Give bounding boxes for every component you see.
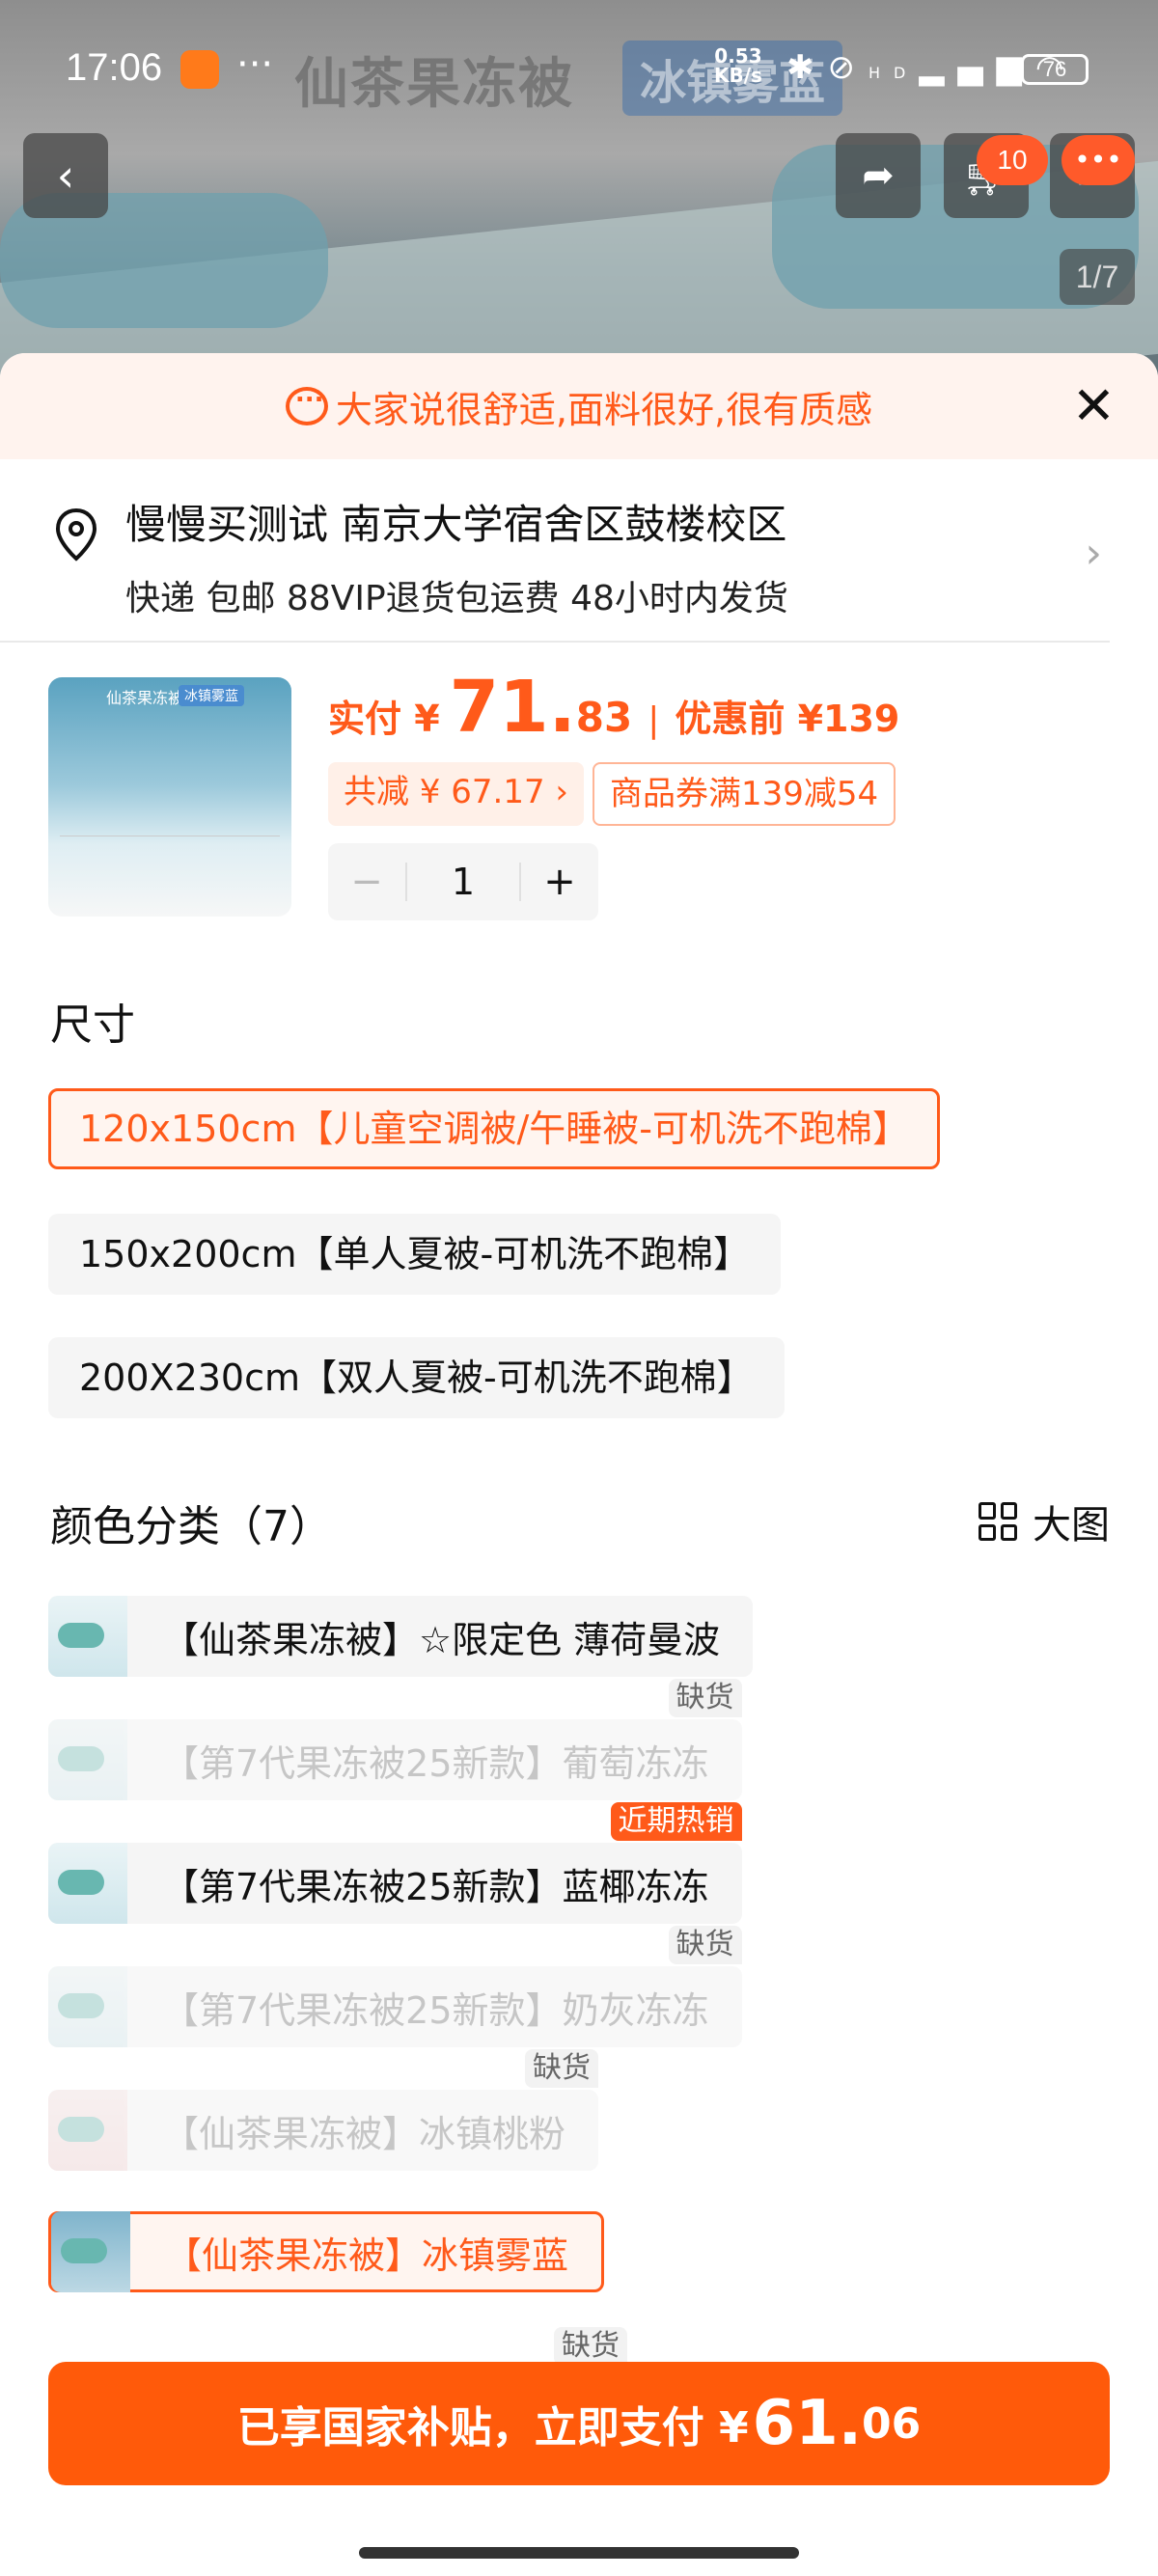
color-option-label: 【仙茶果冻被】冰镇桃粉 — [162, 2112, 566, 2155]
color-option-label: 【第7代果冻被25新款】奶灰冻冻 — [162, 1988, 709, 2032]
hot-sale-badge: 近期热销 — [610, 1802, 742, 1841]
color-thumbnail — [48, 1966, 127, 2047]
quantity-minus-button[interactable]: − — [328, 860, 405, 904]
out-of-stock-badge: 缺货 — [554, 2327, 627, 2366]
share-button[interactable]: ➦ — [836, 133, 921, 218]
price-row: 实付 ¥ 71. 83 | 优惠前 ¥139 — [328, 666, 899, 749]
grid-view-icon — [979, 1502, 1017, 1541]
color-option[interactable]: 【第7代果冻被25新款】奶灰冻冻 缺货 — [48, 1926, 742, 2047]
thumb-tag: 冰镇雾蓝 — [179, 685, 244, 706]
color-option-selected[interactable]: 【仙茶果冻被】冰镇雾蓝 — [48, 2211, 605, 2292]
color-option-partial[interactable]: 缺货 — [48, 2327, 627, 2366]
quantity-stepper: − 1 + — [328, 843, 598, 920]
thumb-spec-table — [60, 836, 280, 903]
address-line: 慢慢买测试 南京大学宿舍区鼓楼校区 — [125, 501, 787, 548]
app-notification-icon — [180, 50, 219, 89]
chevron-left-icon: ‹ — [56, 150, 75, 202]
status-bar: 17:06 ··· 0.53 KB/s ✱⊘HD▂▄▆◠ 76 — [0, 0, 1158, 135]
size-section-title: 尺寸 — [50, 1000, 135, 1050]
signal-icon: HD▂▄▆ — [868, 48, 1035, 87]
more-notifications-icon: ··· — [236, 42, 274, 87]
pay-now-button[interactable]: 已享国家补贴，立即支付 ¥ 61. 06 — [48, 2362, 1110, 2485]
color-thumbnail — [48, 2090, 127, 2171]
color-option-label: 【第7代果冻被25新款】葡萄冻冻 — [162, 1741, 709, 1785]
color-option[interactable]: 【第7代果冻被25新款】蓝椰冻冻 近期热销 — [48, 1802, 742, 1924]
coupon-chip[interactable]: 商品券满139减54 — [593, 762, 896, 826]
mute-icon: ⊘ — [827, 48, 868, 87]
color-option-label: 【仙茶果冻被】冰镇雾蓝 — [165, 2233, 569, 2277]
price-label: 实付 ¥ — [328, 698, 440, 740]
delivery-info: 快递 包邮 88VIP退货包运费 48小时内发货 — [125, 579, 788, 618]
image-pager: 1/7 — [1060, 249, 1135, 305]
quantity-value[interactable]: 1 — [405, 863, 521, 901]
cart-count-badge: 10 — [977, 135, 1048, 185]
color-option-label: 【第7代果冻被25新款】蓝椰冻冻 — [162, 1865, 709, 1908]
color-option[interactable]: 【第7代果冻被25新款】葡萄冻冻 缺货 — [48, 1679, 742, 1800]
size-option[interactable]: 150x200cm【单人夏被-可机洗不跑棉】 — [48, 1214, 782, 1295]
location-pin-icon — [55, 507, 97, 562]
color-thumbnail — [48, 1596, 127, 1677]
bluetooth-icon: ✱ — [786, 48, 828, 87]
chevron-right-icon: › — [1085, 529, 1102, 578]
size-option[interactable]: 120x150cm【儿童空调被/午睡被-可机洗不跑棉】 — [48, 1088, 940, 1169]
message-badge-icon: ••• — [1062, 135, 1135, 185]
out-of-stock-badge: 缺货 — [668, 1679, 742, 1717]
back-button[interactable]: ‹ — [23, 133, 108, 218]
original-price: 优惠前 ¥139 — [675, 698, 900, 740]
battery-icon: 76 — [1021, 54, 1089, 85]
color-section-title: 颜色分类（7） — [50, 1502, 332, 1551]
home-indicator[interactable] — [359, 2547, 799, 2559]
big-view-toggle[interactable]: 大图 — [979, 1494, 1110, 1549]
out-of-stock-badge: 缺货 — [668, 1926, 742, 1964]
network-speed: 0.53 KB/s — [714, 46, 762, 85]
address-row[interactable]: 慢慢买测试 南京大学宿舍区鼓楼校区 快递 包邮 88VIP退货包运费 48小时内… — [0, 459, 1110, 643]
color-option[interactable]: 【仙茶果冻被】☆限定色 薄荷曼波 — [48, 1596, 754, 1677]
color-thumbnail — [48, 1843, 127, 1924]
price-integer: 71. — [449, 666, 576, 749]
quantity-plus-button[interactable]: + — [521, 860, 598, 904]
price-decimal: 83 — [575, 694, 633, 741]
chat-bubble-icon — [285, 379, 328, 425]
color-thumbnail — [51, 2211, 130, 2292]
pay-amount-integer: 61. — [752, 2388, 863, 2459]
total-discount-chip[interactable]: 共减 ¥ 67.17 › — [328, 762, 584, 826]
color-option-label: 【仙茶果冻被】☆限定色 薄荷曼波 — [162, 1618, 721, 1661]
price-separator: | — [648, 700, 660, 740]
network-speed-unit: KB/s — [714, 64, 762, 87]
signal-label: HD — [868, 64, 920, 82]
out-of-stock-badge: 缺货 — [525, 2049, 599, 2088]
review-banner-text: 大家说很舒适,面料很好,很有质感 — [335, 388, 873, 431]
thumb-title: 仙茶果冻被 — [106, 689, 184, 707]
pay-button-label: 已享国家补贴，立即支付 ¥ — [236, 2403, 749, 2453]
share-icon: ➦ — [862, 153, 895, 198]
review-banner: 大家说很舒适,面料很好,很有质感 ✕ — [0, 353, 1158, 459]
product-thumbnail[interactable]: 仙茶果冻被 冰镇雾蓝 — [48, 677, 291, 917]
color-thumbnail — [48, 1719, 127, 1800]
status-time: 17:06 — [66, 46, 163, 89]
big-view-label: 大图 — [1033, 1503, 1110, 1548]
pay-amount-decimal: 06 — [862, 2398, 922, 2449]
color-option[interactable]: 【仙茶果冻被】冰镇桃粉 缺货 — [48, 2049, 599, 2171]
size-option[interactable]: 200X230cm【双人夏被-可机洗不跑棉】 — [48, 1337, 785, 1418]
close-icon[interactable]: ✕ — [1072, 380, 1116, 432]
